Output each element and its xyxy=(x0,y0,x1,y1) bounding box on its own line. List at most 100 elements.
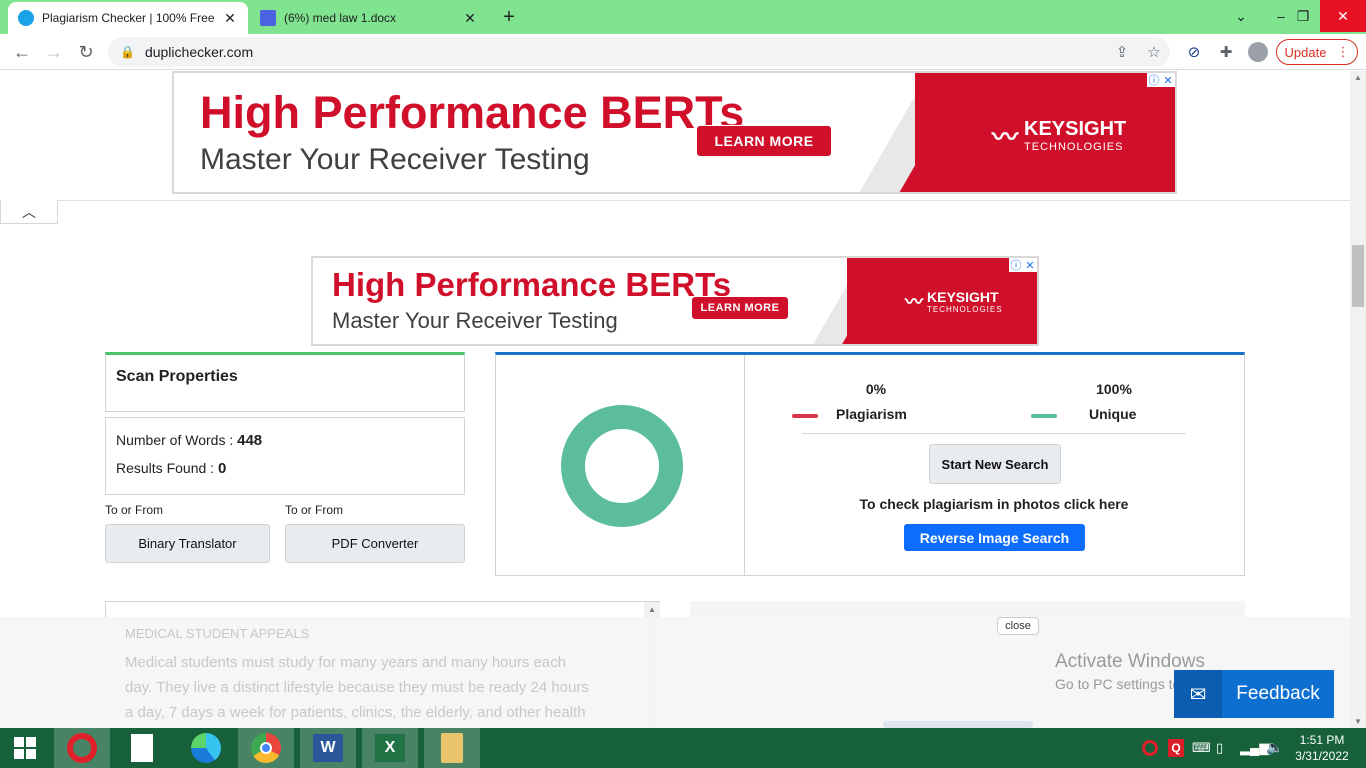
ad-brand: KEYSIGHT xyxy=(927,288,999,305)
blank-document-icon[interactable] xyxy=(114,728,170,768)
pdf-converter-button[interactable]: PDF Converter xyxy=(285,524,465,563)
keysight-logo: 〰 KEYSIGHT TECHNOLOGIES xyxy=(905,288,1003,314)
text-panel-heading: MEDICAL STUDENT APPEALS xyxy=(125,626,310,641)
clock-time: 1:51 PM xyxy=(1299,733,1345,747)
text-line: Medical students must study for many yea… xyxy=(125,654,567,671)
ad-subline: Master Your Receiver Testing xyxy=(200,143,590,176)
text-line: day. They live a distinct lifestyle beca… xyxy=(125,679,589,696)
reverse-image-search-button[interactable]: Reverse Image Search xyxy=(904,524,1085,551)
result-donut-chart xyxy=(561,405,683,527)
extensions-puzzle-icon[interactable]: ✚ xyxy=(1214,40,1238,64)
windows-taskbar: W X Q ⌨ ▯ ▂▄▆ 🔈 1:51 PM 3/31/2022 xyxy=(0,728,1366,768)
share-icon[interactable]: ⇪ xyxy=(1110,40,1134,64)
legend-divider xyxy=(802,433,1186,434)
tab-close-icon[interactable]: ✕ xyxy=(462,10,478,27)
unique-legend-swatch xyxy=(1031,414,1057,418)
ad-close-icon[interactable]: ✕ xyxy=(1023,258,1037,272)
input-method-icon[interactable]: ⌨ xyxy=(1192,740,1211,756)
feedback-icon: ✉ xyxy=(1174,670,1222,718)
plagiarism-percent: 0% xyxy=(865,381,887,397)
plagiarism-label: Plagiarism xyxy=(836,406,907,422)
ad-learn-more-button[interactable]: LEARN MORE xyxy=(691,296,789,320)
tab-title: (6%) med law 1.docx xyxy=(284,11,397,25)
profile-avatar-icon[interactable] xyxy=(1246,40,1270,64)
document-favicon-icon xyxy=(260,10,276,26)
text-panel-body: Medical students must study for many yea… xyxy=(125,650,625,725)
file-explorer-icon[interactable] xyxy=(424,728,480,768)
back-arrow-icon[interactable]: ← xyxy=(8,38,36,66)
tab-med-law-docx[interactable]: (6%) med law 1.docx ✕ xyxy=(250,2,488,34)
ad-brand-sub: TECHNOLOGIES xyxy=(1024,141,1124,153)
scroll-up-arrow-icon[interactable]: ▲ xyxy=(1350,71,1366,82)
q-tray-icon[interactable]: Q xyxy=(1168,739,1184,757)
top-banner-ad[interactable]: High Performance BERTs Master Your Recei… xyxy=(172,71,1177,194)
battery-icon[interactable]: ▯ xyxy=(1216,740,1223,756)
sticky-ad-overlay: MEDICAL STUDENT APPEALS Medical students… xyxy=(0,617,1350,728)
scroll-up-arrow-icon[interactable]: ▲ xyxy=(644,602,660,614)
clock[interactable]: 1:51 PM 3/31/2022 xyxy=(1290,732,1354,764)
plagiarism-legend-swatch xyxy=(792,414,818,418)
feedback-button[interactable]: ✉ Feedback xyxy=(1174,670,1334,718)
mid-banner-ad[interactable]: High Performance BERTs Master Your Recei… xyxy=(311,256,1039,346)
result-panel-divider xyxy=(744,355,745,576)
unique-percent: 100% xyxy=(1096,381,1132,397)
to-or-from-label-1: To or From xyxy=(105,503,164,517)
binary-translator-button[interactable]: Binary Translator xyxy=(105,524,270,563)
address-bar[interactable]: 🔒 duplichecker.com xyxy=(108,37,1170,67)
tab-close-icon[interactable]: ✕ xyxy=(222,10,238,27)
update-button[interactable]: Update ⋮ xyxy=(1276,39,1358,65)
scan-stats-card: Number of Words : 448 Results Found : 0 xyxy=(105,417,465,495)
reload-icon[interactable]: ↻ xyxy=(72,38,100,66)
opera-browser-icon[interactable] xyxy=(54,728,110,768)
ad-info-icon[interactable]: ⓘ xyxy=(1147,73,1161,87)
clock-date: 3/31/2022 xyxy=(1295,749,1349,763)
ad-learn-more-button[interactable]: LEARN MORE xyxy=(696,125,832,157)
scan-properties-card: Scan Properties xyxy=(105,352,465,412)
page-scrollbar[interactable]: ▲ ▼ xyxy=(1350,71,1366,728)
new-tab-button[interactable]: + xyxy=(497,6,521,28)
kebab-menu-icon: ⋮ xyxy=(1336,44,1350,59)
volume-icon[interactable]: 🔈 xyxy=(1266,739,1283,756)
ad-info-icon[interactable]: ⓘ xyxy=(1009,258,1023,272)
scan-properties-title: Scan Properties xyxy=(116,368,238,385)
ad-choices[interactable]: ⓘ ✕ xyxy=(1147,73,1175,87)
chrome-browser-icon[interactable] xyxy=(238,728,294,768)
feedback-label: Feedback xyxy=(1236,683,1320,704)
edge-browser-icon[interactable] xyxy=(178,728,234,768)
update-label: Update xyxy=(1284,44,1327,60)
donut-unique-segment xyxy=(561,405,683,527)
excel-app-icon[interactable]: X xyxy=(362,728,418,768)
network-signal-icon[interactable]: ▂▄▆ xyxy=(1240,740,1269,756)
ad-close-icon[interactable]: ✕ xyxy=(1161,73,1175,87)
ad-brand-sub: TECHNOLOGIES xyxy=(927,304,1003,314)
opera-tray-icon[interactable] xyxy=(1142,740,1158,756)
lock-icon: 🔒 xyxy=(120,45,135,59)
tab-plagiarism-checker[interactable]: Plagiarism Checker | 100% Free a ✕ xyxy=(8,2,248,34)
ad-choices[interactable]: ⓘ ✕ xyxy=(1009,258,1037,272)
url-text: duplichecker.com xyxy=(144,44,254,60)
word-app-icon[interactable]: W xyxy=(300,728,356,768)
photo-check-text: To check plagiarism in photos click here xyxy=(859,496,1129,512)
windows-start-icon[interactable] xyxy=(0,728,50,768)
unique-label: Unique xyxy=(1089,406,1137,422)
collapse-ad-button[interactable]: ︿ xyxy=(0,200,58,224)
ad-headline: High Performance BERTs xyxy=(332,266,732,303)
tab-title: Plagiarism Checker | 100% Free a xyxy=(42,11,216,25)
bookmark-star-icon[interactable]: ☆ xyxy=(1142,40,1166,64)
overlay-close-button[interactable]: close xyxy=(997,617,1039,635)
result-panel: 0% Plagiarism 100% Unique Start New Sear… xyxy=(495,352,1245,576)
ad-subline: Master Your Receiver Testing xyxy=(332,308,618,333)
duplichecker-favicon-icon xyxy=(18,10,34,26)
window-close-button[interactable]: ✕ xyxy=(1320,0,1366,32)
start-new-search-button[interactable]: Start New Search xyxy=(929,444,1061,484)
page-scrollbar-thumb[interactable] xyxy=(1352,245,1364,307)
keysight-wave-icon: 〰 xyxy=(905,292,923,312)
blocker-extension-icon[interactable]: ⊘ xyxy=(1182,40,1206,64)
scroll-down-arrow-icon[interactable]: ▼ xyxy=(1350,717,1366,726)
forward-arrow-icon[interactable]: → xyxy=(40,38,68,66)
keysight-wave-icon: 〰 xyxy=(992,122,1019,152)
divider xyxy=(0,200,1350,201)
browser-toolbar: ← → ↻ 🔒 duplichecker.com ⇪ ☆ ⊘ ✚ Update … xyxy=(0,34,1366,70)
results-value: 0 xyxy=(217,460,227,477)
tab-strip: Plagiarism Checker | 100% Free a ✕ (6%) … xyxy=(0,0,1366,34)
